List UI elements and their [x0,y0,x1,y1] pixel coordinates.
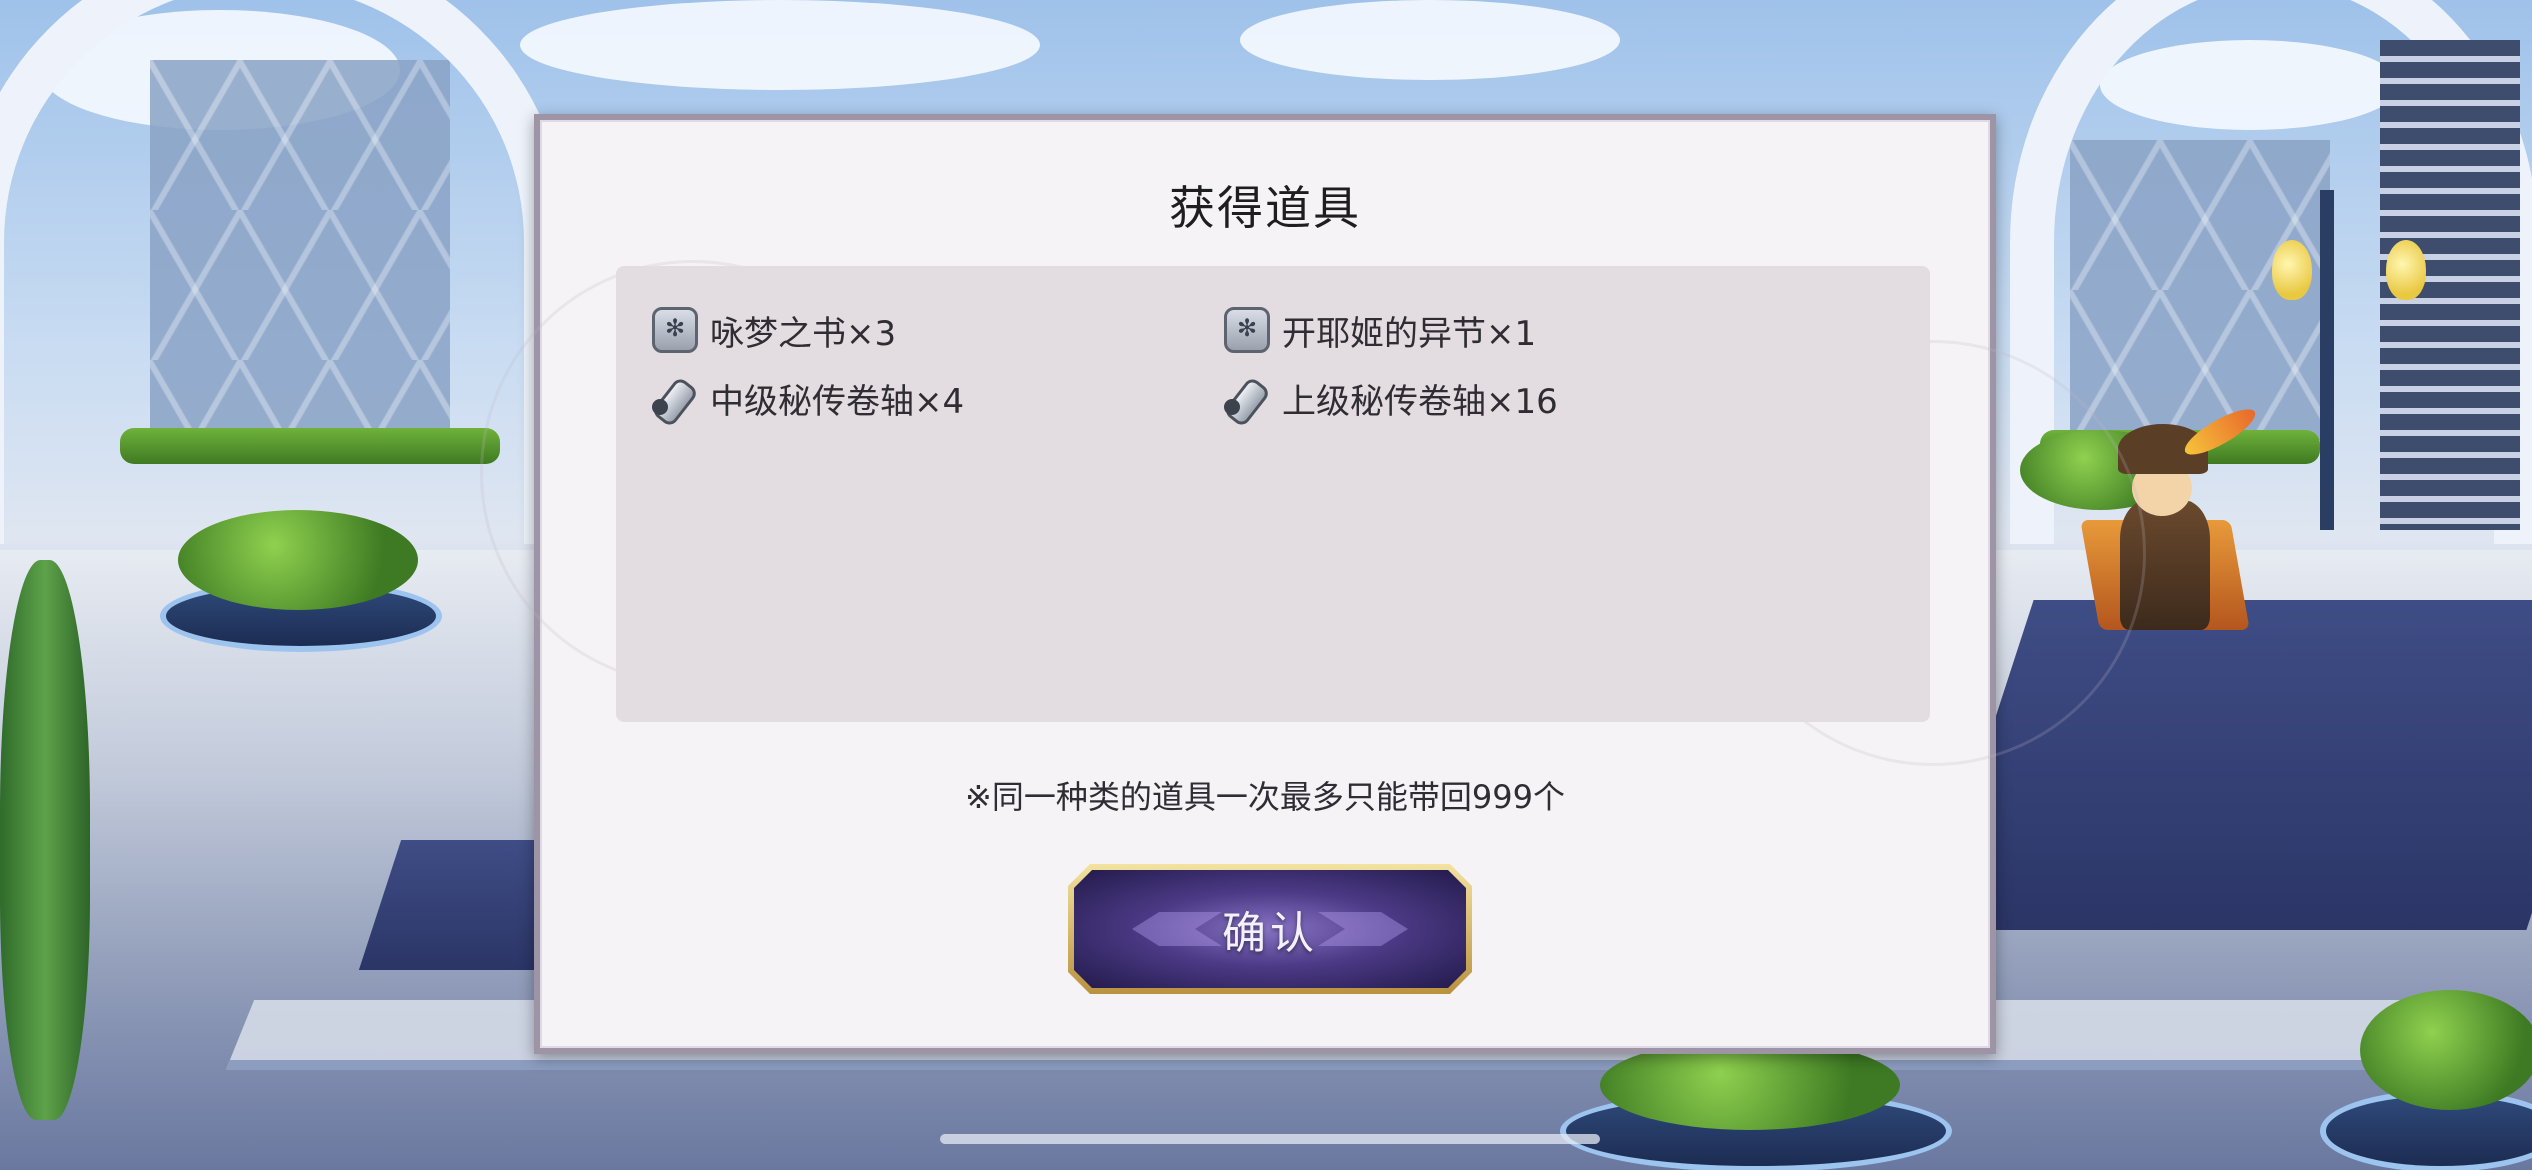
cloud [1240,0,1620,80]
reward-dialog: 获得道具 咏梦之书×3 开耶姬的异节×1 中级秘传卷轴×4 上级秘传卷轴×16 … [480,114,2146,1054]
confirm-button-face: 确认 [1074,870,1466,988]
cloud [520,0,1040,90]
cypress-tree [0,560,90,1120]
scroll-icon [1224,375,1270,421]
hedge [120,428,500,464]
item-entry: 咏梦之书×3 [652,304,896,356]
book-icon [652,307,698,353]
confirm-button[interactable]: 确认 [1068,864,1472,994]
bush [2360,990,2532,1110]
confirm-button-label: 确认 [1222,908,1318,959]
item-entry: 中级秘传卷轴×4 [652,372,964,424]
carry-limit-notice: ※同一种类的道具一次最多只能带回999个 [965,778,1565,816]
item-entry: 上级秘传卷轴×16 [1224,372,1558,424]
item-entry: 开耶姬的异节×1 [1224,304,1536,356]
lamp-post [2320,190,2334,530]
flower-bush [178,510,418,610]
item-label: 开耶姬的异节×1 [1282,313,1537,354]
scroll-icon [652,375,698,421]
item-label: 中级秘传卷轴×4 [710,381,965,422]
items-panel: 咏梦之书×3 开耶姬的异节×1 中级秘传卷轴×4 上级秘传卷轴×16 [616,266,1930,722]
item-label: 上级秘传卷轴×16 [1282,381,1558,422]
lamp [2272,240,2312,300]
dialog-title: 获得道具 [1169,181,1361,235]
book-icon [1224,307,1270,353]
lamp [2386,240,2426,300]
scroll-indicator [940,1134,1600,1144]
item-label: 咏梦之书×3 [710,313,897,354]
